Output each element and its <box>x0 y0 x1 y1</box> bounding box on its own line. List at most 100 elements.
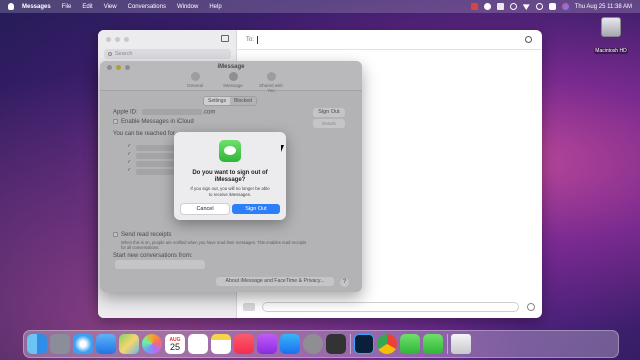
settings-toolbar: iMessage General iMessage Shared with Yo… <box>100 61 362 93</box>
emoji-icon[interactable] <box>527 303 535 311</box>
menu-bar: Messages File Edit View Conversations Wi… <box>0 0 640 13</box>
messages-app-icon <box>219 140 241 162</box>
alert-title: Do you want to sign out of iMessage? <box>174 170 286 184</box>
address-redacted <box>136 153 176 159</box>
at-sign-icon <box>228 72 238 81</box>
menu-edit[interactable]: Edit <box>82 4 92 10</box>
checkmark-icon[interactable]: ✓ <box>127 159 131 165</box>
people-icon <box>266 72 276 81</box>
menu-conversations[interactable]: Conversations <box>128 4 166 10</box>
alert-message: If you sign out, you will no longer be a… <box>180 186 280 197</box>
help-button[interactable]: ? <box>340 278 349 287</box>
dock: AUG 25 <box>23 330 619 358</box>
trash-icon[interactable] <box>451 334 471 354</box>
calendar-day: 25 <box>169 342 180 352</box>
facetime-icon[interactable] <box>423 334 443 354</box>
search-icon <box>108 52 112 56</box>
menu-file[interactable]: File <box>62 4 72 10</box>
start-from-select[interactable] <box>115 260 205 269</box>
alert-message-line1: If you sign out, you will no longer be a… <box>190 186 270 191</box>
read-receipts-note: When this is on, people are notified whe… <box>121 240 356 250</box>
music-icon[interactable] <box>234 334 254 354</box>
minimize-button[interactable] <box>115 37 120 42</box>
search-placeholder: Search <box>115 51 133 57</box>
window-controls <box>106 37 129 42</box>
app-store-button[interactable] <box>243 303 255 311</box>
siri-icon[interactable] <box>561 3 569 10</box>
start-from-label: Start new conversations from: <box>113 253 193 259</box>
sign-out-alert: Do you want to sign out of iMessage? If … <box>174 132 286 220</box>
add-recipient-icon[interactable] <box>525 36 532 43</box>
icloud-checkbox[interactable] <box>113 119 118 124</box>
apple-id-redacted <box>142 109 203 115</box>
settings-segmented-control: Settings Blocked <box>203 96 257 106</box>
tab-imessage-label: iMessage <box>223 83 243 88</box>
read-receipts-label: Send read receipts <box>121 232 172 239</box>
menu-clock[interactable]: Thu Aug 25 11:38 AM <box>575 4 632 10</box>
menu-help[interactable]: Help <box>209 4 221 10</box>
search-input[interactable]: Search <box>104 49 231 59</box>
tab-imessage[interactable]: iMessage <box>220 72 246 93</box>
calculator-icon[interactable] <box>326 334 346 354</box>
photoshop-icon[interactable] <box>354 334 374 354</box>
podcasts-icon[interactable] <box>257 334 277 354</box>
status-app-icon[interactable] <box>483 3 491 10</box>
address-redacted <box>136 169 176 175</box>
details-button[interactable]: Details <box>313 119 345 128</box>
alert-title-line1: Do you want to sign out of <box>192 170 268 176</box>
compose-icon[interactable] <box>221 35 229 42</box>
reminders-icon[interactable] <box>188 334 208 354</box>
wifi-icon[interactable] <box>522 4 530 10</box>
display-icon[interactable] <box>496 3 504 10</box>
checkmark-icon[interactable]: ✓ <box>127 151 131 157</box>
to-label: To: <box>246 36 255 43</box>
spotlight-icon[interactable] <box>535 3 543 10</box>
segment-blocked[interactable]: Blocked <box>230 97 256 105</box>
apple-id-row: Apple ID: .com <box>113 109 215 116</box>
dock-separator <box>447 334 448 354</box>
icloud-row[interactable]: Enable Messages in iCloud <box>113 119 194 125</box>
segment-settings[interactable]: Settings <box>204 97 231 105</box>
desktop-disk[interactable]: Macintosh HD <box>592 17 630 57</box>
menu-window[interactable]: Window <box>177 4 198 10</box>
appstore-icon[interactable] <box>280 334 300 354</box>
menu-app-name[interactable]: Messages <box>22 4 51 10</box>
mail-icon[interactable] <box>96 334 116 354</box>
read-receipts-checkbox[interactable] <box>113 232 118 237</box>
launchpad-icon[interactable] <box>50 334 70 354</box>
checkmark-icon[interactable]: ✓ <box>127 143 131 149</box>
read-receipts-row[interactable]: Send read receipts <box>113 232 171 238</box>
close-button[interactable] <box>106 37 111 42</box>
finder-icon[interactable] <box>27 334 47 354</box>
tab-shared-label: Shared with You <box>259 83 283 93</box>
gear-icon <box>190 72 200 81</box>
chrome-icon[interactable] <box>377 334 397 354</box>
calendar-icon[interactable]: AUG 25 <box>165 334 185 354</box>
recipient-bar[interactable]: To: <box>238 30 542 50</box>
tab-general[interactable]: General <box>182 72 208 93</box>
photos-icon[interactable] <box>142 334 162 354</box>
safari-icon[interactable] <box>73 334 93 354</box>
screen-record-icon[interactable] <box>470 3 478 10</box>
system-preferences-icon[interactable] <box>303 334 323 354</box>
messages-icon[interactable] <box>400 334 420 354</box>
apple-menu-icon[interactable] <box>8 3 14 10</box>
about-privacy-button[interactable]: About iMessage and FaceTime & Privacy... <box>216 277 334 286</box>
tab-shared-with-you[interactable]: Shared with You <box>258 72 284 93</box>
message-field[interactable] <box>262 302 519 312</box>
notes-icon[interactable] <box>211 334 231 354</box>
confirm-sign-out-button[interactable]: Sign Out <box>232 204 280 214</box>
address-redacted <box>136 145 176 151</box>
message-input-bar <box>238 298 542 318</box>
focus-icon[interactable] <box>509 3 517 10</box>
control-center-icon[interactable] <box>548 3 556 10</box>
checkmark-icon[interactable]: ✓ <box>127 167 131 173</box>
zoom-button[interactable] <box>124 37 129 42</box>
maps-icon[interactable] <box>119 334 139 354</box>
tab-general-label: General <box>186 83 203 88</box>
address-redacted <box>136 161 176 167</box>
cancel-button[interactable]: Cancel <box>181 204 229 214</box>
menu-view[interactable]: View <box>104 4 117 10</box>
sign-out-button[interactable]: Sign Out <box>313 108 345 117</box>
text-caret <box>257 35 259 44</box>
